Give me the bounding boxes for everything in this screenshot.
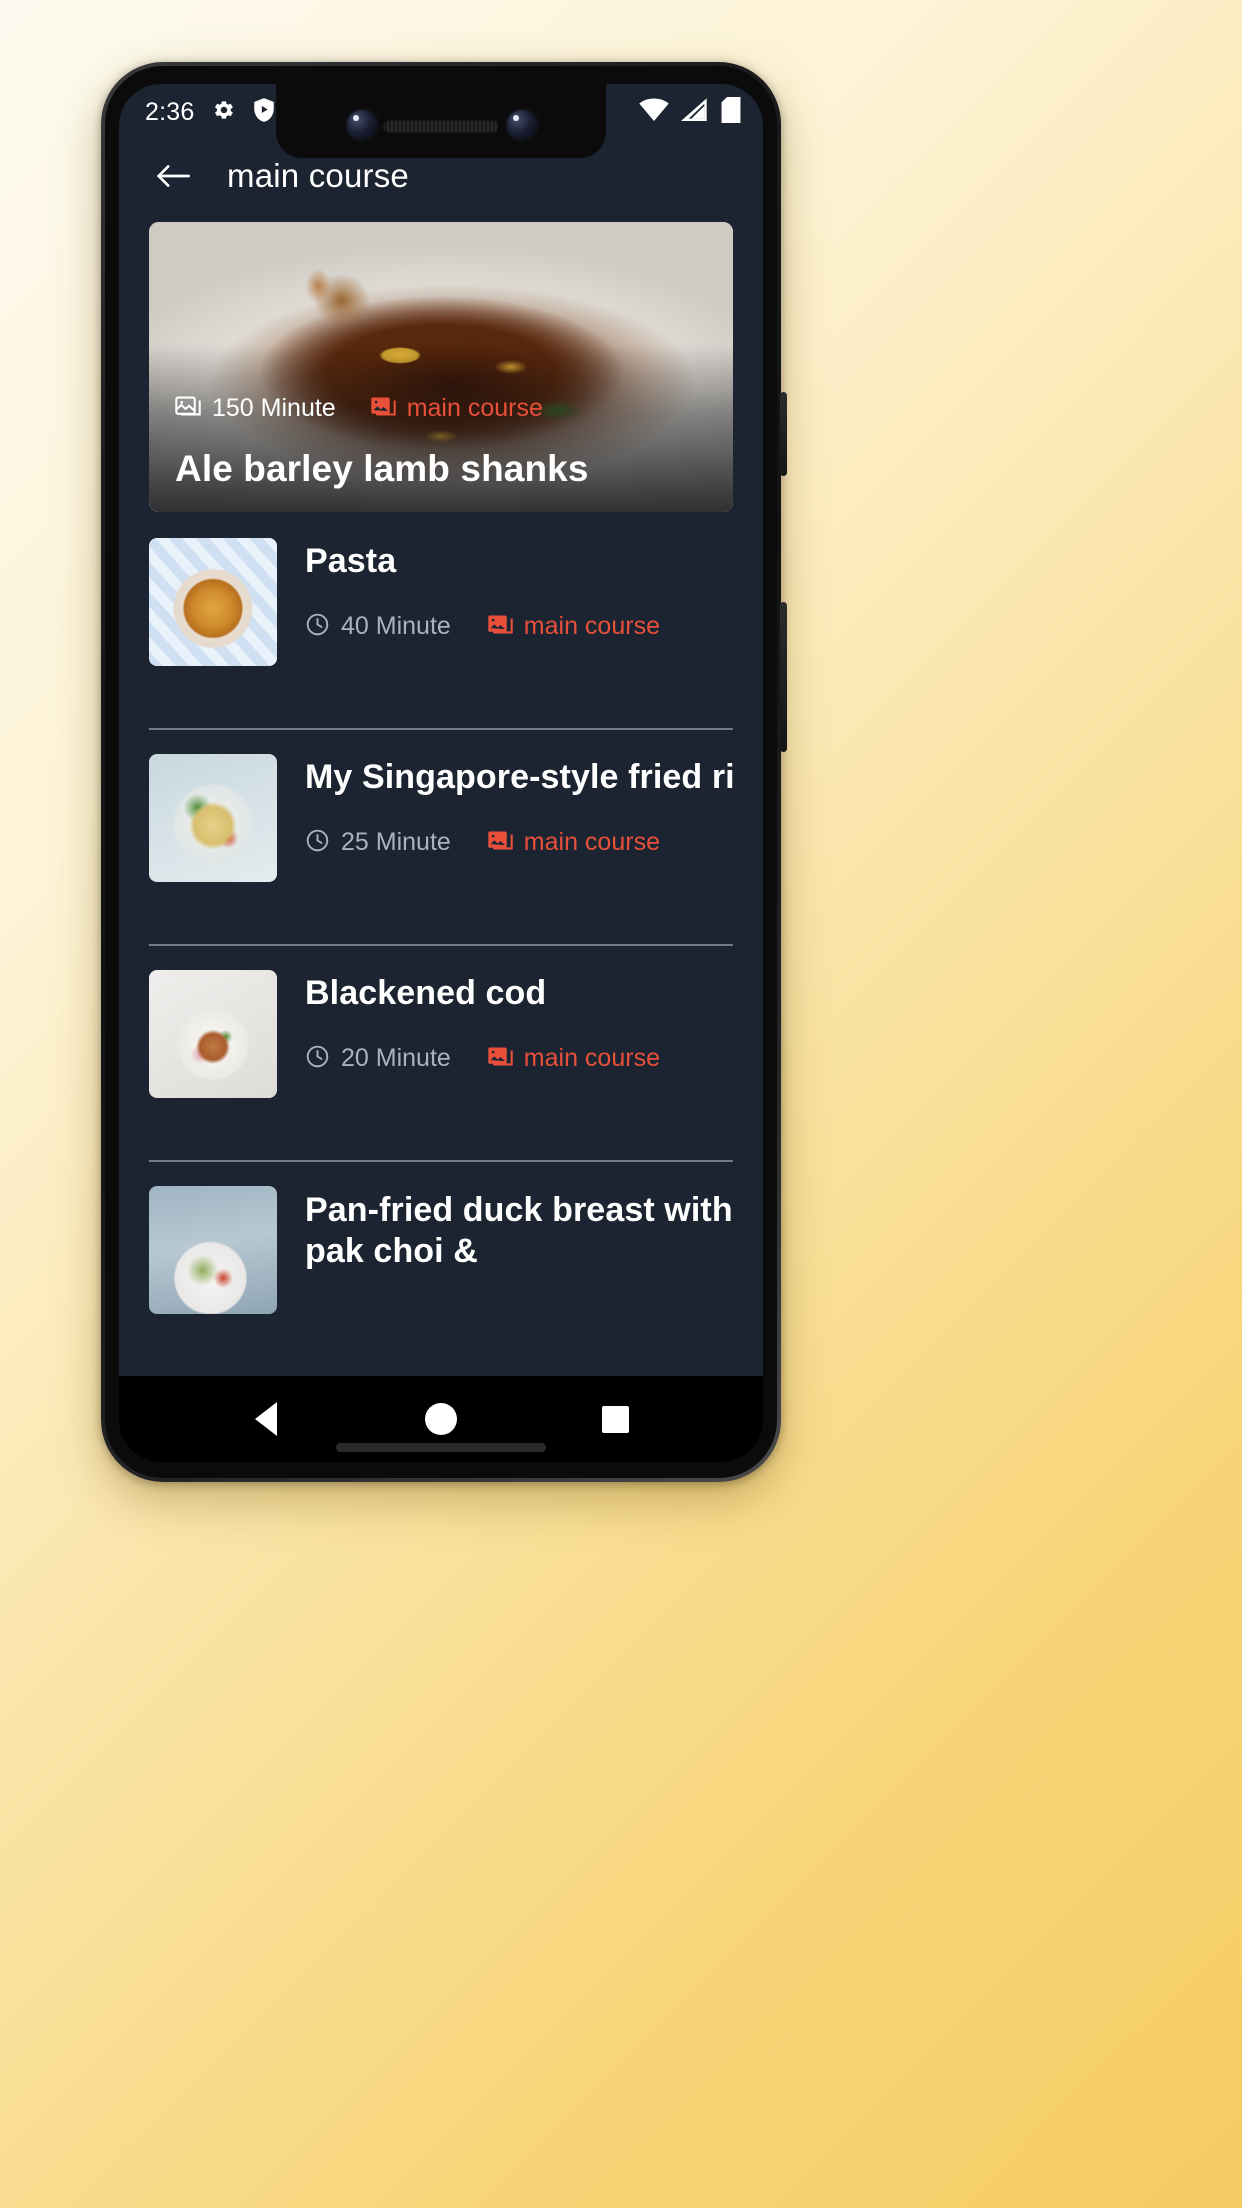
featured-meta-row: 150 Minute main course	[175, 393, 543, 424]
app-content: main course 150 Minute main course Ale b…	[119, 140, 763, 1462]
recipe-thumbnail	[149, 754, 277, 882]
phone-device-frame: 2:36 main course 150 Minute main course …	[101, 62, 787, 1482]
recipe-category: main course	[487, 827, 660, 858]
recipe-duration: 25 Minute	[305, 828, 451, 858]
recipe-thumbnail	[149, 538, 277, 666]
clock-icon	[305, 1044, 330, 1074]
recipe-meta-row: 40 Minute main course	[305, 611, 733, 642]
clock-icon	[305, 612, 330, 642]
list-item-text: My Singapore-style fried rice 25 Minute	[305, 754, 733, 858]
list-item[interactable]: Blackened cod 20 Minute main course	[119, 944, 763, 1160]
recipe-duration-label: 25 Minute	[341, 828, 451, 856]
back-button[interactable]	[149, 152, 197, 200]
sd-card-icon	[292, 96, 314, 128]
image-icon	[487, 611, 513, 642]
recipe-title: Blackened cod	[305, 974, 547, 1012]
image-icon	[487, 827, 513, 858]
list-item[interactable]: Pan-fried duck breast with pak choi &	[119, 1160, 763, 1376]
list-item-text: Blackened cod 20 Minute main course	[305, 970, 733, 1074]
recipe-duration: 20 Minute	[305, 1044, 451, 1074]
recipe-duration: 40 Minute	[305, 612, 451, 642]
list-item[interactable]: Pasta 40 Minute main course	[119, 512, 763, 728]
status-bar-right	[639, 96, 741, 128]
image-icon	[175, 393, 201, 424]
featured-recipe-card[interactable]: 150 Minute main course Ale barley lamb s…	[149, 222, 733, 512]
nav-back-button[interactable]	[231, 1384, 301, 1454]
recipe-thumbnail	[149, 970, 277, 1098]
clock-icon	[305, 828, 330, 858]
recipe-meta-row: 25 Minute main course	[305, 827, 733, 858]
phone-screen: 2:36 main course 150 Minute main course …	[119, 84, 763, 1462]
featured-duration: 150 Minute	[175, 393, 336, 424]
recipe-duration-label: 40 Minute	[341, 612, 451, 640]
wifi-icon	[639, 97, 669, 127]
featured-duration-label: 150 Minute	[212, 394, 336, 422]
recipe-title: Pasta	[305, 542, 397, 580]
power-button[interactable]	[780, 392, 787, 476]
nav-recents-button[interactable]	[581, 1384, 651, 1454]
list-item-text: Pasta 40 Minute main course	[305, 538, 733, 642]
list-item[interactable]: My Singapore-style fried rice 25 Minute	[119, 728, 763, 944]
recipe-title: My Singapore-style fried rice	[305, 758, 733, 796]
featured-category: main course	[370, 393, 543, 424]
app-bar: main course	[119, 140, 763, 212]
cell-signal-icon	[681, 97, 709, 127]
recipe-list[interactable]: 150 Minute main course Ale barley lamb s…	[119, 212, 763, 1376]
phone-bezel: 2:36 main course 150 Minute main course …	[105, 66, 777, 1478]
featured-category-label: main course	[406, 394, 543, 422]
recipe-category-label: main course	[523, 1044, 660, 1072]
settings-gear-icon	[210, 97, 236, 128]
recipe-category: main course	[487, 1043, 660, 1074]
status-bar-clock: 2:36	[145, 97, 195, 126]
gesture-handle[interactable]	[336, 1443, 546, 1452]
battery-icon	[721, 96, 741, 128]
volume-button[interactable]	[780, 602, 787, 752]
list-item-text: Pan-fried duck breast with pak choi &	[305, 1186, 733, 1273]
recipe-duration-label: 20 Minute	[341, 1044, 451, 1072]
recipe-title: Pan-fried duck breast with pak choi &	[305, 1191, 733, 1271]
featured-title-wrap: Ale barley lamb shanks	[175, 448, 707, 490]
recipe-category-label: main course	[523, 612, 660, 640]
play-protect-shield-icon	[252, 97, 276, 128]
featured-recipe-title: Ale barley lamb shanks	[175, 448, 589, 489]
image-icon	[487, 1043, 513, 1074]
recipe-category: main course	[487, 611, 660, 642]
image-icon	[370, 393, 396, 424]
page-title: main course	[227, 157, 409, 194]
status-bar-left: 2:36	[145, 96, 314, 128]
recipe-thumbnail	[149, 1186, 277, 1314]
recipe-category-label: main course	[523, 828, 660, 856]
recipe-meta-row: 20 Minute main course	[305, 1043, 733, 1074]
status-bar: 2:36	[119, 84, 763, 140]
